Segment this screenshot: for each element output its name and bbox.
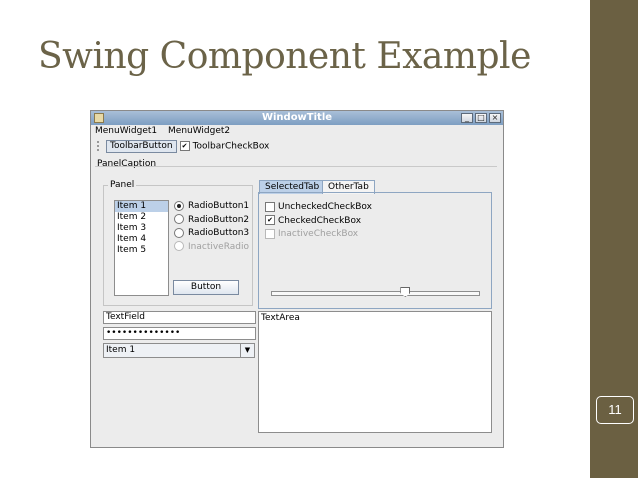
window-title: WindowTitle	[261, 112, 333, 123]
checkbox-label: CheckedCheckBox	[278, 215, 362, 226]
panel-button[interactable]: Button	[173, 280, 239, 295]
inactive-checkbox: InactiveCheckBox	[265, 228, 372, 242]
window-titlebar[interactable]: WindowTitle _ □ ×	[91, 111, 503, 125]
minimize-button[interactable]: _	[461, 113, 473, 123]
radio-label: InactiveRadio	[188, 241, 250, 252]
text-area[interactable]: TextArea	[258, 311, 492, 433]
checkbox-label: UncheckedCheckBox	[278, 202, 372, 212]
page-number: 11	[596, 396, 634, 424]
radio-button-1[interactable]: RadioButton1	[174, 200, 249, 214]
panel-label: Panel	[108, 180, 137, 190]
checkmark-icon: ✔	[179, 140, 190, 151]
radio-group: RadioButton1 RadioButton2 RadioButton3 I…	[174, 200, 249, 254]
checked-checkbox[interactable]: ✔ CheckedCheckBox	[265, 215, 372, 229]
inactive-radio: InactiveRadio	[174, 241, 249, 255]
menu-widget-1[interactable]: MenuWidget1	[95, 126, 157, 136]
slider-track[interactable]	[271, 291, 480, 296]
radio-label: RadioButton2	[188, 214, 250, 225]
maximize-button[interactable]: □	[475, 113, 487, 123]
checkmark-icon: ✔	[265, 215, 275, 225]
radio-selected-icon	[174, 200, 184, 211]
combo-box[interactable]: Item 1 ▼	[103, 343, 255, 358]
radio-button-3[interactable]: RadioButton3	[174, 227, 249, 241]
swing-window: WindowTitle _ □ × MenuWidget1 MenuWidget…	[90, 110, 504, 448]
list-item[interactable]: Item 4	[115, 234, 168, 245]
checkbox-group: UncheckedCheckBox ✔ CheckedCheckBox Inact…	[265, 201, 372, 242]
radio-label: RadioButton3	[188, 228, 250, 238]
toolbar-checkbox-label: ToolbarCheckBox	[192, 141, 270, 152]
text-field[interactable]: TextField	[103, 311, 256, 324]
item-list[interactable]: Item 1 Item 2 Item 3 Item 4 Item 5	[114, 200, 169, 296]
list-item[interactable]: Item 2	[115, 212, 168, 223]
toolbar-checkbox[interactable]: ✔ ToolbarCheckBox	[179, 140, 270, 152]
toolbar-button[interactable]: ToolbarButton	[106, 139, 177, 153]
list-item[interactable]: Item 1	[115, 201, 168, 212]
toolbar-grip-icon[interactable]	[97, 141, 103, 151]
radio-button-2[interactable]: RadioButton2	[174, 214, 249, 228]
radio-icon	[174, 214, 184, 224]
combo-value: Item 1	[106, 345, 136, 355]
menu-widget-2[interactable]: MenuWidget2	[168, 126, 230, 136]
password-field[interactable]: ••••••••••••••	[103, 327, 256, 340]
radio-icon	[174, 241, 184, 251]
toolbar: ToolbarButton ✔ ToolbarCheckBox	[97, 139, 269, 153]
dropdown-arrow-icon[interactable]: ▼	[240, 344, 254, 357]
radio-icon	[174, 227, 184, 238]
checkbox-label: InactiveCheckBox	[278, 229, 359, 239]
unchecked-checkbox[interactable]: UncheckedCheckBox	[265, 201, 372, 215]
checkbox-icon	[265, 201, 275, 212]
menu-bar: MenuWidget1 MenuWidget2	[95, 126, 238, 138]
checkbox-icon	[265, 228, 275, 239]
list-item[interactable]: Item 3	[115, 223, 168, 234]
list-item[interactable]: Item 5	[115, 245, 168, 256]
close-button[interactable]: ×	[489, 113, 501, 123]
radio-label: RadioButton1	[188, 201, 250, 211]
slide-title: Swing Component Example	[38, 36, 531, 77]
